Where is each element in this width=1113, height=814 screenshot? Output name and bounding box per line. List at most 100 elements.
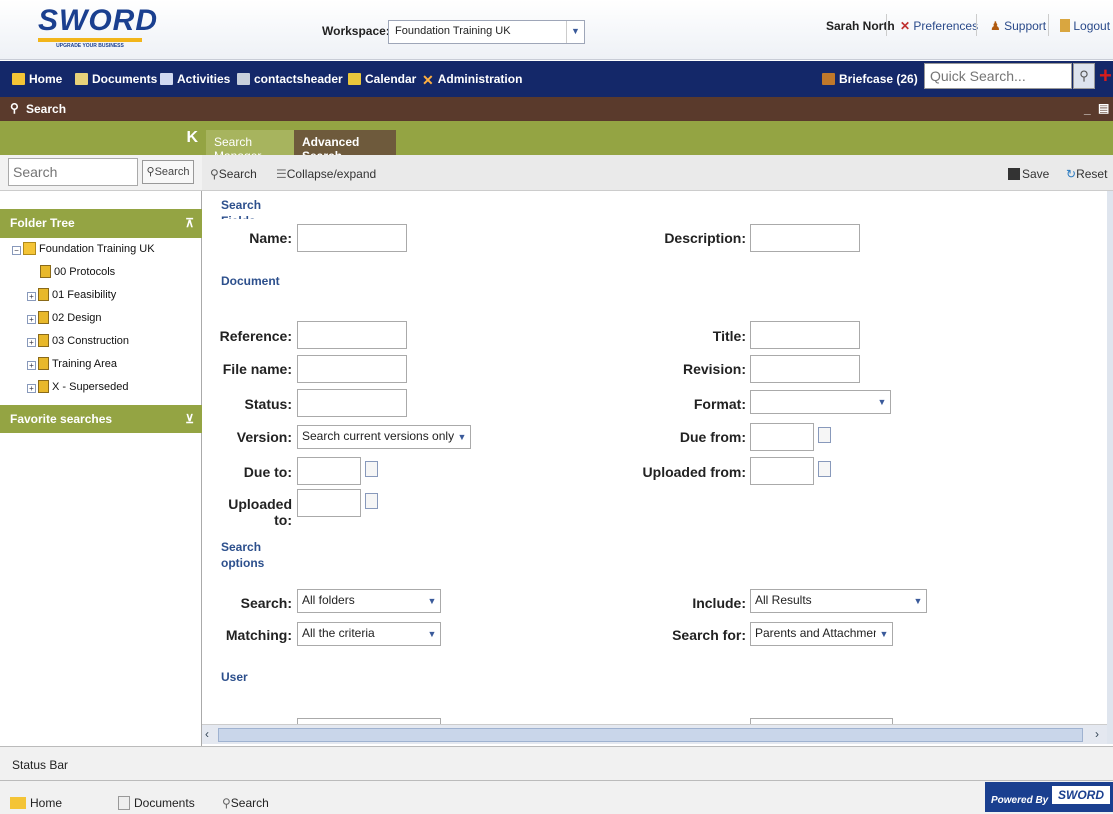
version-value: Search current versions only <box>302 429 455 443</box>
name-input[interactable] <box>297 224 407 252</box>
folder-tree-header[interactable]: Folder Tree ⊼ <box>0 209 202 238</box>
calendar-picker-icon[interactable] <box>818 461 831 477</box>
restore-icon[interactable]: ▤ <box>1098 101 1109 115</box>
support-link[interactable]: ♟ Support <box>990 19 1046 33</box>
expand-node-icon[interactable]: + <box>27 361 36 370</box>
format-select[interactable]: ▼ <box>750 390 891 414</box>
expand-node-icon[interactable]: + <box>27 292 36 301</box>
calendar-picker-icon[interactable] <box>818 427 831 443</box>
include-select[interactable]: All Results ▼ <box>750 589 927 613</box>
status-input[interactable] <box>297 389 407 417</box>
taskbar-home[interactable]: Home <box>10 796 62 810</box>
workspace-label: Workspace: <box>322 24 390 38</box>
revision-label: Revision: <box>682 361 746 377</box>
horizontal-scrollbar[interactable]: ‹ › <box>202 724 1109 744</box>
logout-label: Logout <box>1073 19 1111 33</box>
tab-search-manager[interactable]: Search Manager <box>206 130 294 163</box>
nav-contacts[interactable]: contactsheader <box>237 72 343 86</box>
search-toolbar: ⚲Search ☰Collapse/expand Save ↻Reset <box>202 155 1113 191</box>
briefcase-link[interactable]: Briefcase (26) <box>822 72 918 86</box>
tree-node-label: Foundation Training UK <box>39 243 155 255</box>
quick-search-button[interactable]: ⚲ <box>1073 63 1095 89</box>
chevron-down-icon: ▼ <box>874 391 890 413</box>
search-icon: ⚲ <box>1079 68 1089 83</box>
expand-node-icon[interactable]: + <box>27 315 36 324</box>
tree-node-label: 01 Feasibility <box>52 289 117 301</box>
title-label: Title: <box>712 328 746 344</box>
search-options-heading: Search options <box>221 540 265 570</box>
workspace-select[interactable]: Foundation Training UK ▼ <box>388 20 585 44</box>
tree-node[interactable]: + Training Area <box>0 357 202 380</box>
due-from-input[interactable] <box>750 423 814 451</box>
toolbar-search-button[interactable]: ⚲Search <box>210 167 257 181</box>
workspace-value: Foundation Training UK <box>395 25 511 37</box>
floppy-disk-icon <box>1008 168 1020 180</box>
logout-link[interactable]: Logout <box>1060 19 1110 33</box>
sword-logo[interactable]: SWORD UPGRADE YOUR BUSINESS <box>38 6 157 52</box>
taskbar-documents[interactable]: Documents <box>118 796 195 810</box>
taskbar-search[interactable]: ⚲Search <box>222 796 269 810</box>
collapse-node-icon[interactable]: − <box>12 246 21 255</box>
matching-select[interactable]: All the criteria ▼ <box>297 622 441 646</box>
preferences-link[interactable]: ✕ Preferences <box>900 19 978 33</box>
toolbar-search-label: Search <box>218 167 257 181</box>
file-name-input[interactable] <box>297 355 407 383</box>
search-for-select[interactable]: Parents and Attachments ▼ <box>750 622 893 646</box>
description-input[interactable] <box>750 224 860 252</box>
tree-node[interactable]: +03 Construction <box>0 334 202 357</box>
calendar-picker-icon[interactable] <box>365 493 378 509</box>
header: SWORD UPGRADE YOUR BUSINESS Workspace: F… <box>0 0 1113 60</box>
nav-activities[interactable]: Activities <box>160 72 230 86</box>
tree-node[interactable]: 00 Protocols <box>0 265 202 288</box>
revision-input[interactable] <box>750 355 860 383</box>
tree-node-label: 02 Design <box>52 312 102 324</box>
expand-down-icon[interactable]: ⊻ <box>185 412 194 426</box>
uploaded-to-input[interactable] <box>297 489 361 517</box>
nav-documents[interactable]: Documents <box>75 72 157 86</box>
nav-administration[interactable]: ✕ Administration <box>422 72 522 88</box>
minimize-icon[interactable]: _ <box>1084 102 1091 116</box>
scrollbar-thumb[interactable] <box>218 728 1083 742</box>
tree-node[interactable]: − Foundation Training UK <box>0 242 202 265</box>
taskbar-search-label: Search <box>230 796 269 810</box>
expand-node-icon[interactable]: + <box>27 384 36 393</box>
save-button[interactable]: Save <box>1008 167 1049 181</box>
tree-node[interactable]: +02 Design <box>0 311 202 334</box>
scroll-left-icon[interactable]: ‹ <box>205 727 209 741</box>
reference-input[interactable] <box>297 321 407 349</box>
uploaded-from-input[interactable] <box>750 457 814 485</box>
tree-node[interactable]: +01 Feasibility <box>0 288 202 311</box>
title-input[interactable] <box>750 321 860 349</box>
vertical-scrollbar[interactable] <box>1107 191 1113 744</box>
taskbar-documents-label: Documents <box>134 796 195 810</box>
briefcase-icon <box>822 73 835 85</box>
collapse-sidebar-icon[interactable]: K <box>186 129 198 147</box>
tools-icon: ✕ <box>422 72 434 88</box>
add-icon[interactable]: + <box>1099 63 1112 89</box>
nav-calendar[interactable]: Calendar <box>348 72 416 86</box>
version-select[interactable]: Search current versions only ▼ <box>297 425 471 449</box>
search-scope-select[interactable]: All folders ▼ <box>297 589 441 613</box>
quick-search-input[interactable] <box>924 63 1072 89</box>
search-icon: ⚲ <box>210 167 219 181</box>
collapse-up-icon[interactable]: ⊼ <box>185 216 194 230</box>
chevron-down-icon: ▼ <box>876 623 892 645</box>
due-to-input[interactable] <box>297 457 361 485</box>
expand-node-icon[interactable]: + <box>27 338 36 347</box>
user-heading: User <box>221 670 248 684</box>
collapse-expand-button[interactable]: ☰Collapse/expand <box>276 167 376 181</box>
favorite-searches-title: Favorite searches <box>10 412 113 426</box>
reference-label: Reference: <box>219 328 292 344</box>
status-bar-text: Status Bar <box>12 758 69 772</box>
tree-node[interactable]: + X - Superseded <box>0 380 202 396</box>
reset-button[interactable]: ↻Reset <box>1066 167 1107 181</box>
scroll-right-icon[interactable]: › <box>1095 727 1099 741</box>
nav-home[interactable]: Home <box>12 72 62 86</box>
calendar-picker-icon[interactable] <box>365 461 378 477</box>
tab-advanced-search[interactable]: Advanced Search <box>294 130 396 163</box>
sidebar-search-input[interactable] <box>8 158 138 186</box>
favorite-searches-header[interactable]: Favorite searches ⊻ <box>0 405 202 433</box>
locked-folder-icon <box>40 265 51 278</box>
collapse-expand-icon: ☰ <box>276 167 287 181</box>
sidebar-search-button[interactable]: ⚲Search <box>142 160 194 184</box>
